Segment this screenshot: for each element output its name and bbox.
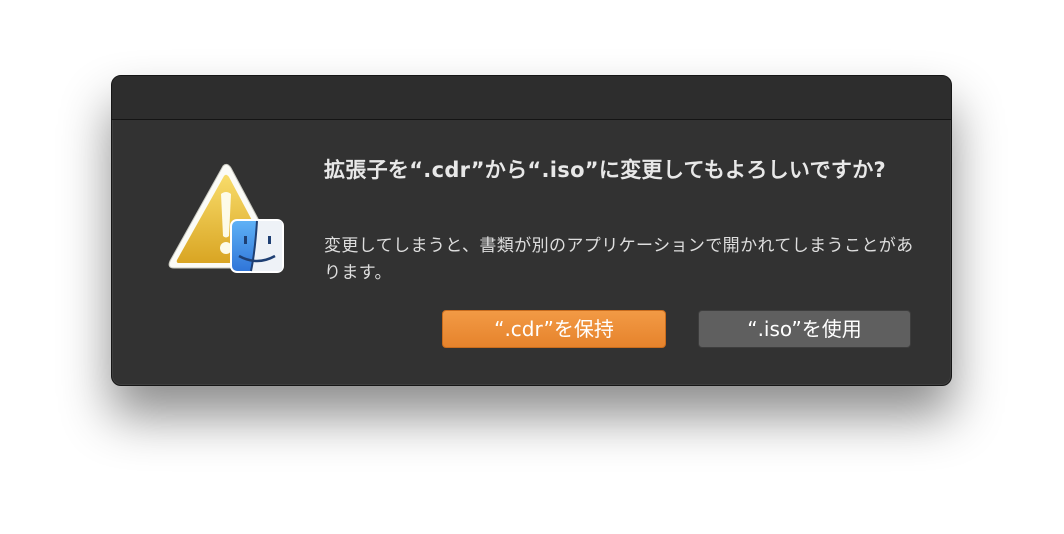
warning-finder-icon (168, 163, 284, 273)
alert-dialog: 拡張子を“.cdr”から“.iso”に変更してもよろしいですか? 変更してしまう… (111, 75, 952, 386)
use-extension-button[interactable]: “.iso”を使用 (698, 310, 911, 348)
dialog-message: 変更してしまうと、書類が別のアプリケーションで開かれてしまうことがあります。 (324, 236, 914, 283)
screen: 拡張子を“.cdr”から“.iso”に変更してもよろしいですか? 変更してしまう… (0, 0, 1064, 534)
dialog-titlebar (112, 76, 951, 120)
keep-extension-button[interactable]: “.cdr”を保持 (442, 310, 666, 348)
dialog-title: 拡張子を“.cdr”から“.iso”に変更してもよろしいですか? (324, 158, 886, 182)
